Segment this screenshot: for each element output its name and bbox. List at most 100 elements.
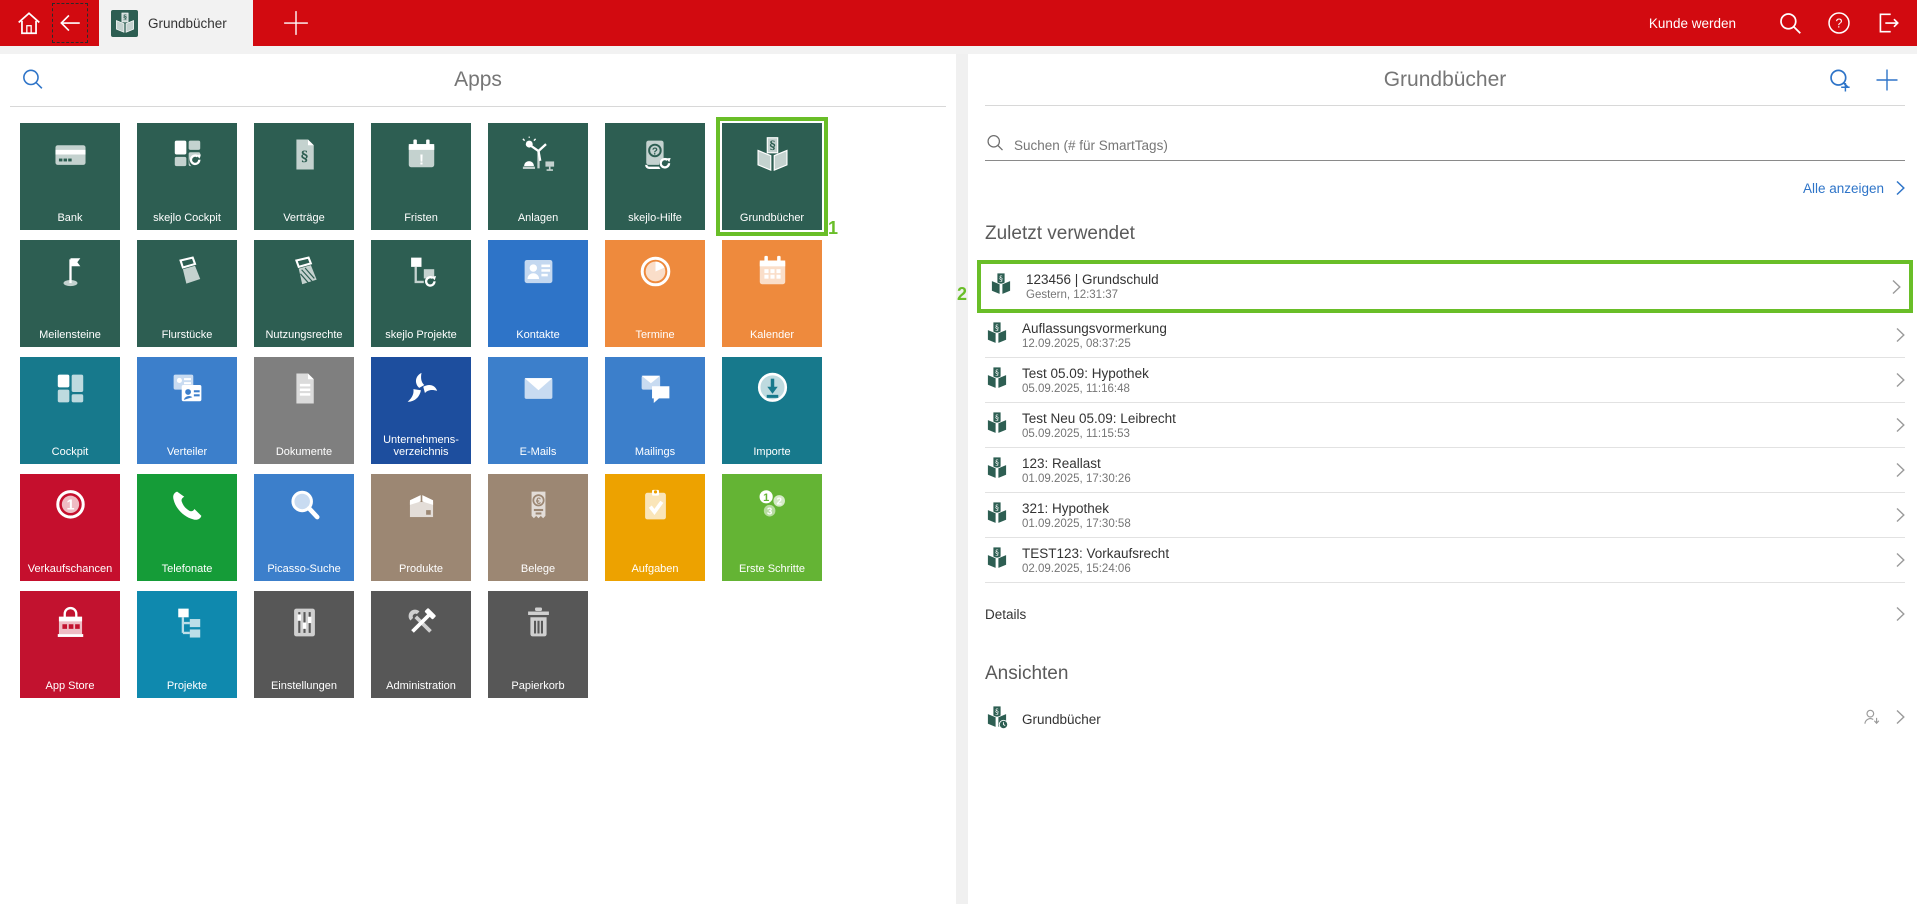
app-tile-erste-schritte[interactable]: 123Erste Schritte xyxy=(722,474,822,581)
app-tile-label: skejlo Cockpit xyxy=(139,212,235,224)
recent-list: § 123456 | GrundschuldGestern, 12:31:372… xyxy=(985,260,1905,583)
help-book-icon: ? xyxy=(605,136,705,173)
app-tile-emails[interactable]: E-Mails xyxy=(488,357,588,464)
app-tile-importe[interactable]: Importe xyxy=(722,357,822,464)
app-tile-termine[interactable]: Termine xyxy=(605,240,705,347)
app-tile-mailings[interactable]: Mailings xyxy=(605,357,705,464)
app-tile-verteiler[interactable]: Verteiler xyxy=(137,357,237,464)
receipt-icon: € xyxy=(488,487,588,524)
app-tile-label: Aufgaben xyxy=(607,563,703,575)
apps-panel: Apps Bankskejlo Cockpit§Verträge!Fristen… xyxy=(0,54,956,904)
app-tile-verkaufschancen[interactable]: 1Verkaufschancen xyxy=(20,474,120,581)
app-tile-projekte[interactable]: Projekte xyxy=(137,591,237,698)
opportunity-icon: 1 xyxy=(20,487,120,524)
saved-search-icon[interactable] xyxy=(1826,67,1853,99)
svg-text:2: 2 xyxy=(776,497,782,508)
back-arrow-icon[interactable] xyxy=(52,3,88,43)
app-tile-label: E-Mails xyxy=(490,446,586,458)
search-icon[interactable] xyxy=(1777,10,1803,36)
tasks-icon xyxy=(605,487,705,524)
grundbuecher-panel: Grundbücher Alle anzeigen Zuletzt verwen… xyxy=(968,54,1917,904)
recent-item[interactable]: § 123456 | GrundschuldGestern, 12:31:37 xyxy=(989,264,1901,309)
app-tile-telefonate[interactable]: Telefonate xyxy=(137,474,237,581)
mailing-icon xyxy=(605,370,705,407)
app-tile-label: Picasso-Suche xyxy=(256,563,352,575)
chevron-right-icon xyxy=(1896,552,1905,568)
app-tile-label: Nutzungsrechte xyxy=(256,329,352,341)
svg-text:§: § xyxy=(995,706,999,715)
recent-item[interactable]: § Test Neu 05.09: Leibrecht05.09.2025, 1… xyxy=(985,403,1905,448)
steps-icon: 123 xyxy=(722,487,822,524)
app-tile-label: Einstellungen xyxy=(256,680,352,692)
app-tile-picasso-suche[interactable]: Picasso-Suche xyxy=(254,474,354,581)
tutorial-step-number: 2 xyxy=(957,284,967,305)
add-record-plus-icon[interactable] xyxy=(1873,66,1901,99)
recent-item-timestamp: Gestern, 12:31:37 xyxy=(1026,289,1159,301)
app-tile-kalender[interactable]: Kalender xyxy=(722,240,822,347)
recent-item-timestamp: 12.09.2025, 08:37:25 xyxy=(1022,338,1167,350)
app-tile-papierkorb[interactable]: Papierkorb xyxy=(488,591,588,698)
view-item-grundbuecher[interactable]: § Grundbücher xyxy=(985,698,1905,740)
app-tile-skejlo-hilfe[interactable]: ? skejlo-Hilfe xyxy=(605,123,705,230)
land-register-book-icon: § xyxy=(985,321,1009,350)
logout-icon[interactable] xyxy=(1875,10,1901,36)
home-icon[interactable] xyxy=(13,0,45,46)
show-all-link[interactable]: Alle anzeigen xyxy=(985,180,1905,196)
recent-item[interactable]: § 123: Reallast01.09.2025, 17:30:26 xyxy=(985,448,1905,493)
recent-item-title: TEST123: Vorkaufsrecht xyxy=(1022,546,1169,561)
recent-item[interactable]: § TEST123: Vorkaufsrecht02.09.2025, 15:2… xyxy=(985,538,1905,583)
apps-header-divider xyxy=(10,106,946,107)
app-tile-label: skejlo-Hilfe xyxy=(607,212,703,224)
svg-text:!: ! xyxy=(418,151,423,168)
recent-item[interactable]: § 321: Hypothek01.09.2025, 17:30:58 xyxy=(985,493,1905,538)
app-tile-bank[interactable]: Bank xyxy=(20,123,120,230)
details-row[interactable]: Details xyxy=(985,592,1905,636)
app-tile-skejlo-cockpit[interactable]: skejlo Cockpit xyxy=(137,123,237,230)
store-icon xyxy=(20,604,120,641)
app-tile-meilensteine[interactable]: Meilensteine xyxy=(20,240,120,347)
app-tile-flurstuecke[interactable]: Flurstücke xyxy=(137,240,237,347)
svg-text:1: 1 xyxy=(66,498,74,514)
chevron-right-icon xyxy=(1896,709,1905,730)
recent-item[interactable]: § Auflassungsvormerkung12.09.2025, 08:37… xyxy=(985,313,1905,358)
app-tile-administration[interactable]: Administration xyxy=(371,591,471,698)
recent-item-timestamp: 05.09.2025, 11:15:53 xyxy=(1022,428,1176,440)
app-tile-produkte[interactable]: Produkte xyxy=(371,474,471,581)
tab-grundbuecher[interactable]: § Grundbücher xyxy=(99,0,253,46)
help-icon[interactable]: ? xyxy=(1826,10,1852,36)
kunde-werden-link[interactable]: Kunde werden xyxy=(1649,16,1736,31)
apps-search-icon[interactable] xyxy=(20,67,45,97)
search-field-magnifier-icon xyxy=(985,133,1005,158)
land-register-book-badge-icon: § xyxy=(985,705,1009,734)
app-tile-belege[interactable]: €Belege xyxy=(488,474,588,581)
chevron-right-icon xyxy=(1896,372,1905,388)
app-tile-dokumente[interactable]: Dokumente xyxy=(254,357,354,464)
app-tile-unternehmensverzeichnis[interactable]: Unternehmens- verzeichnis xyxy=(371,357,471,464)
app-tile-skejlo-projekte[interactable]: skejlo Projekte xyxy=(371,240,471,347)
app-tile-app-store[interactable]: App Store xyxy=(20,591,120,698)
recent-item-title: Test 05.09: Hypothek xyxy=(1022,366,1149,381)
recent-item-timestamp: 01.09.2025, 17:30:58 xyxy=(1022,518,1131,530)
app-tile-kontakte[interactable]: Kontakte xyxy=(488,240,588,347)
app-tile-vertraege[interactable]: §Verträge xyxy=(254,123,354,230)
svg-text:§: § xyxy=(995,502,999,511)
app-tile-label: Termine xyxy=(607,329,703,341)
apps-grid: Bank skejlo Cockpit §Verträge!FristenAnlag… xyxy=(20,123,822,698)
app-tile-nutzungsrechte[interactable]: Nutzungsrechte xyxy=(254,240,354,347)
chevron-right-icon xyxy=(1896,462,1905,478)
app-tile-label: Verträge xyxy=(256,212,352,224)
app-tile-label: Unternehmens- verzeichnis xyxy=(373,434,469,458)
search-input[interactable] xyxy=(1014,138,1905,153)
recent-item[interactable]: § Test 05.09: Hypothek05.09.2025, 11:16:… xyxy=(985,358,1905,403)
product-box-icon xyxy=(371,487,471,524)
app-tile-cockpit[interactable]: Cockpit xyxy=(20,357,120,464)
new-tab-plus-icon[interactable] xyxy=(279,0,313,46)
app-tile-anlagen[interactable]: Anlagen xyxy=(488,123,588,230)
svg-text:§: § xyxy=(995,322,999,331)
app-tile-label: Projekte xyxy=(139,680,235,692)
calendar-icon xyxy=(722,253,822,290)
app-tile-aufgaben[interactable]: Aufgaben xyxy=(605,474,705,581)
app-tile-fristen[interactable]: !Fristen xyxy=(371,123,471,230)
app-tile-grundbuecher[interactable]: §Grundbücher1 xyxy=(722,123,822,230)
app-tile-einstellungen[interactable]: Einstellungen xyxy=(254,591,354,698)
